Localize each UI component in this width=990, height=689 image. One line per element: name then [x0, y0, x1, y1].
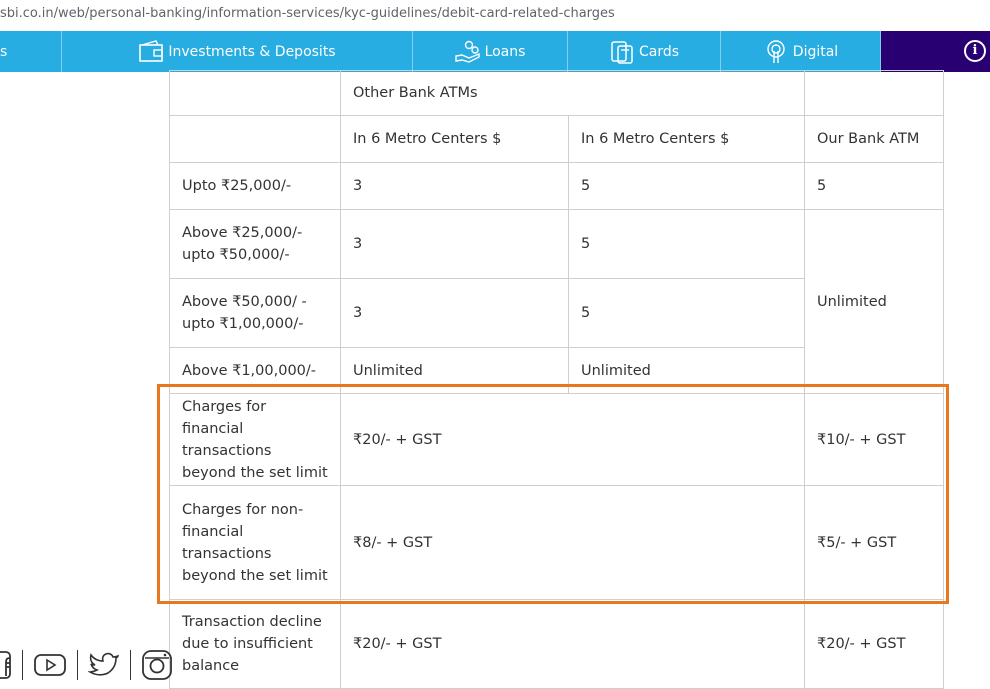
table-cell — [804, 70, 944, 116]
info-icon[interactable]: i — [964, 40, 986, 62]
table-cell — [169, 70, 341, 116]
debit-card-charges-table: Other Bank ATMs In 6 Metro Centers $ In … — [169, 70, 944, 689]
table-cell: ₹10/- + GST — [804, 393, 944, 486]
table-row: In 6 Metro Centers $ In 6 Metro Centers … — [169, 115, 944, 163]
nav-item-partial-label: s — [0, 43, 8, 60]
browser-address-bar[interactable]: sbi.co.in/web/personal-banking/informati… — [0, 0, 990, 32]
youtube-link[interactable] — [33, 648, 67, 682]
url-text[interactable]: sbi.co.in/web/personal-banking/informati… — [0, 6, 615, 21]
table-row: Charges for financial transactions beyon… — [169, 393, 944, 486]
nav-item-loans-label: Loans — [484, 43, 526, 60]
table-cell: Above ₹25,000/- upto ₹50,000/- — [169, 209, 341, 279]
nav-item-investments[interactable]: Investments & Deposits — [62, 31, 413, 72]
table-cell: ₹20/- + GST — [340, 393, 805, 486]
table-cell: Above ₹1,00,000/- — [169, 347, 341, 394]
table-cell — [169, 115, 341, 163]
divider — [22, 650, 23, 680]
table-row: Upto ₹25,000/- 3 5 5 — [169, 162, 944, 210]
loans-icon — [454, 40, 480, 63]
table-header-cell: In 6 Metro Centers $ — [568, 115, 805, 163]
nav-item-cards[interactable]: Cards — [568, 31, 721, 72]
table-cell-other-bank-atms: Other Bank ATMs — [340, 70, 805, 116]
table-header-cell: In 6 Metro Centers $ — [340, 115, 569, 163]
table-cell-unlimited: Unlimited — [804, 209, 944, 394]
table-cell: 3 — [340, 278, 569, 348]
table-cell: Charges for financial transactions beyon… — [169, 393, 341, 486]
nav-item-loans[interactable]: Loans — [413, 31, 568, 72]
table-cell: Upto ₹25,000/- — [169, 162, 341, 210]
table-cell: ₹20/- + GST — [804, 599, 944, 689]
table-cell: ₹8/- + GST — [340, 485, 805, 600]
table-cell: 5 — [568, 278, 805, 348]
nav-item-investments-label: Investments & Deposits — [168, 43, 336, 60]
nav-item-digital[interactable]: Digital — [721, 31, 881, 72]
table-header-cell: Our Bank ATM — [804, 115, 944, 163]
nav-item-partial[interactable]: s — [0, 31, 62, 72]
divider — [130, 650, 131, 680]
divider — [77, 650, 78, 680]
nav-item-cards-label: Cards — [638, 43, 680, 60]
table-cell: Unlimited — [568, 347, 805, 394]
table-row: Other Bank ATMs — [169, 70, 944, 116]
facebook-icon — [0, 651, 11, 679]
instagram-link[interactable] — [141, 648, 173, 682]
table-cell: 3 — [340, 162, 569, 210]
social-links — [0, 648, 173, 682]
table-row: Charges for non-financial transactions b… — [169, 485, 944, 600]
table-row: Above ₹25,000/- upto ₹50,000/- 3 5 Unlim… — [169, 209, 944, 394]
digital-icon — [767, 39, 785, 63]
table-cell: ₹5/- + GST — [804, 485, 944, 600]
cards-icon — [611, 40, 633, 64]
table-cell: Charges for non-financial transactions b… — [169, 485, 341, 600]
table-cell: 5 — [568, 162, 805, 210]
twitter-link[interactable] — [88, 648, 120, 682]
instagram-icon — [142, 650, 172, 680]
table-cell: Above ₹50,000/ - upto ₹1,00,000/- — [169, 278, 341, 348]
main-nav: s Investments & Deposits Loans Cards Dig… — [0, 31, 990, 72]
table-cell: Unlimited — [340, 347, 569, 394]
table-row: Transaction decline due to insufficient … — [169, 599, 944, 689]
facebook-link[interactable] — [0, 648, 12, 682]
table-cell: 5 — [804, 162, 944, 210]
youtube-icon — [34, 654, 66, 676]
table-cell: 3 — [340, 209, 569, 279]
table-cell: 5 — [568, 209, 805, 279]
wallet-icon — [139, 39, 164, 62]
twitter-icon — [88, 652, 119, 676]
nav-item-digital-label: Digital — [792, 43, 839, 60]
table-cell: Transaction decline due to insufficient … — [169, 599, 341, 689]
table-cell: ₹20/- + GST — [340, 599, 805, 689]
